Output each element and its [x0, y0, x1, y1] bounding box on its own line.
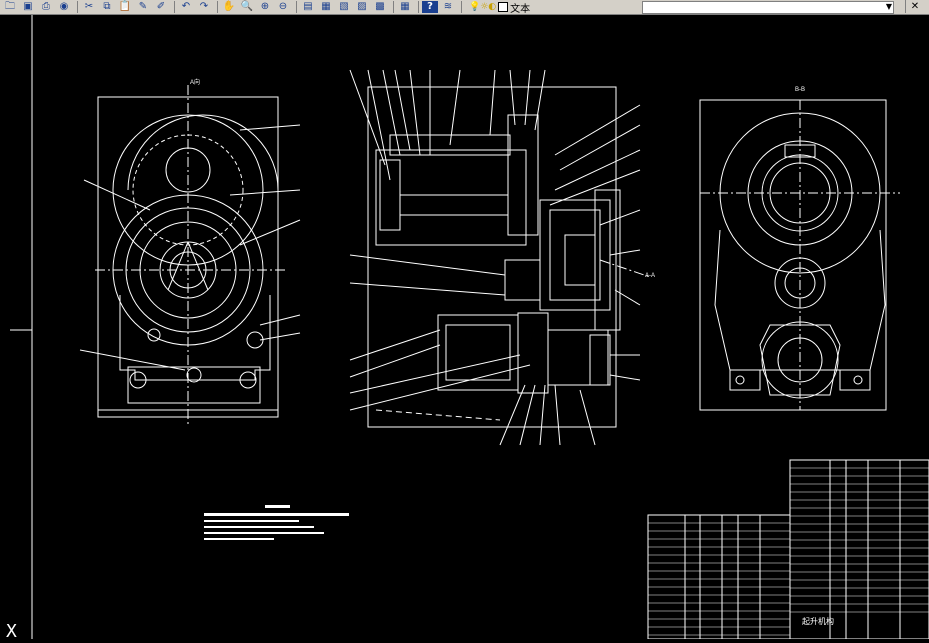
- markup-icon[interactable]: ▩: [372, 1, 388, 13]
- open-icon[interactable]: 🗀: [2, 1, 18, 13]
- properties-icon[interactable]: ▤: [300, 1, 316, 13]
- layer-control[interactable]: 💡☼◐ 文本: [469, 1, 531, 15]
- view-label-top: A向: [190, 80, 201, 86]
- view-label-right: B-B: [795, 87, 806, 93]
- zoom-previous-icon[interactable]: ⊖: [275, 1, 291, 13]
- save-icon[interactable]: ▣: [20, 1, 36, 13]
- layer-name: 文本: [510, 3, 531, 15]
- tool-palettes-icon[interactable]: ▧: [336, 1, 352, 13]
- design-center-icon[interactable]: ▦: [318, 1, 334, 13]
- toolbar-buttons: 🗀 ▣ ⎙ ◉ ✂ ⧉ 📋 ✎ ✐ ↶ ↷ ✋ 🔍 ⊕ ⊖ ▤ ▦ ▧ ▨ ▩ ▦? ≋: [2, 1, 458, 13]
- help-icon[interactable]: ?: [422, 1, 438, 13]
- toolbar-separator: [77, 1, 78, 13]
- zoom-realtime-icon[interactable]: 🔍: [239, 1, 255, 13]
- paste-icon[interactable]: 📋: [117, 1, 133, 13]
- title-block-name: 起升机构: [802, 617, 834, 626]
- toolbar-separator: [393, 1, 394, 13]
- plot-icon[interactable]: ⎙: [38, 1, 54, 13]
- calculator-icon[interactable]: ▦: [397, 1, 413, 13]
- cad-drawing: [10, 15, 929, 640]
- right-end-view: [699, 99, 900, 411]
- close-icon[interactable]: ✕: [905, 0, 924, 13]
- left-end-view: [79, 85, 301, 425]
- standard-toolbar: 🗀 ▣ ⎙ ◉ ✂ ⧉ 📋 ✎ ✐ ↶ ↷ ✋ 🔍 ⊕ ⊖ ▤ ▦ ▧ ▨ ▩ ▦? ≋ 💡☼◐ 文本 ▼ ✕: [0, 0, 929, 15]
- publish-icon[interactable]: ◉: [56, 1, 72, 13]
- layer-manager-icon[interactable]: ≋: [440, 1, 456, 13]
- match-properties-icon[interactable]: ✎: [135, 1, 151, 13]
- layer-color-swatch: [498, 2, 509, 12]
- zoom-window-icon[interactable]: ⊕: [257, 1, 273, 13]
- copy-icon[interactable]: ⧉: [99, 1, 115, 13]
- pan-icon[interactable]: ✋: [221, 1, 237, 13]
- section-label-a: A-A: [645, 273, 656, 279]
- center-section-view: [349, 69, 651, 446]
- toolbar-separator: [217, 1, 218, 13]
- cut-icon[interactable]: ✂: [81, 1, 97, 13]
- redo-icon[interactable]: ↷: [196, 1, 212, 13]
- block-editor-icon[interactable]: ✐: [153, 1, 169, 13]
- toolbar-separator: [461, 1, 462, 13]
- undo-icon[interactable]: ↶: [178, 1, 194, 13]
- technical-notes: [204, 505, 349, 540]
- sheet-set-icon[interactable]: ▨: [354, 1, 370, 13]
- toolbar-separator: [418, 1, 419, 13]
- toolbar-separator: [296, 1, 297, 13]
- toolbar-separator: [174, 1, 175, 13]
- layer-state-icons: 💡☼◐: [469, 2, 497, 12]
- drawing-canvas[interactable]: A向 B-B A-A 起升机构 X: [0, 15, 929, 642]
- layer-dropdown[interactable]: [642, 1, 894, 14]
- chevron-down-icon[interactable]: ▼: [884, 1, 894, 12]
